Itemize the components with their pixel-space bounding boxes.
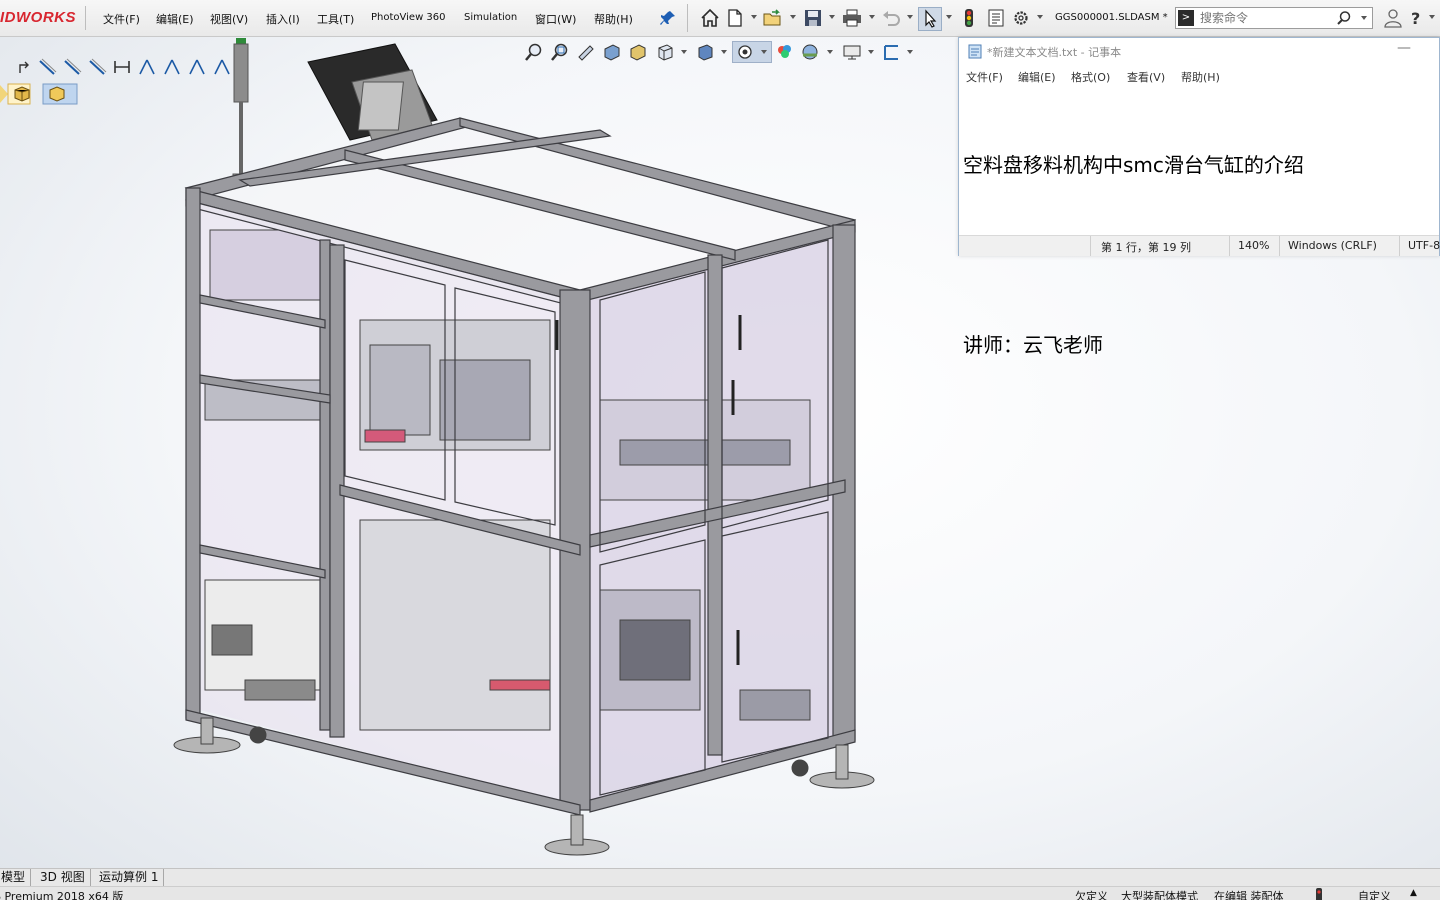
status-bar: S Premium 2018 x64 版 欠定义 大型装配体模式 在编辑 装配体…: [0, 886, 1440, 900]
notepad-menu-format[interactable]: 格式(O): [1071, 69, 1110, 85]
encoding: UTF-8: [1408, 239, 1440, 252]
notepad-app-icon: [968, 44, 982, 59]
save-icon[interactable]: [802, 7, 824, 29]
document-title: GGS000001.SLDASM *: [1055, 12, 1168, 23]
chevron-down-icon[interactable]: [1037, 15, 1043, 19]
notepad-title: *新建文本文档.txt - 记事本: [987, 46, 1122, 59]
notepad-menu-edit[interactable]: 编辑(E): [1018, 69, 1056, 85]
status-under-defined: 欠定义: [1075, 890, 1108, 900]
chevron-down-icon[interactable]: [1361, 16, 1367, 20]
tab-motion-study[interactable]: 运动算例 1: [94, 869, 165, 886]
menu-window[interactable]: 窗口(W): [535, 11, 576, 27]
open-folder-icon[interactable]: [762, 7, 784, 29]
status-large-assembly: 大型装配体模式: [1121, 890, 1198, 900]
divider: [687, 4, 688, 32]
menu-insert[interactable]: 插入(I): [266, 11, 300, 27]
chevron-up-icon[interactable]: ▲: [1410, 888, 1417, 898]
zoom-level: 140%: [1238, 239, 1270, 252]
machine-3d-model[interactable]: [0, 36, 960, 868]
chevron-down-icon[interactable]: [907, 15, 913, 19]
tab-3d-view[interactable]: 3D 视图: [35, 869, 91, 886]
notepad-menu-file[interactable]: 文件(F): [966, 69, 1003, 85]
chevron-down-icon[interactable]: [869, 15, 875, 19]
command-icon: >: [1178, 10, 1194, 26]
svg-text:?: ?: [1411, 9, 1420, 28]
chevron-down-icon[interactable]: [829, 15, 835, 19]
new-document-icon[interactable]: [724, 7, 746, 29]
version-text: S Premium 2018 x64 版: [0, 890, 124, 900]
cursor-position: 第 1 行，第 19 列: [1101, 241, 1191, 254]
text-line: 空料盘移料机构中smc滑台气缸的介绍: [963, 153, 1304, 177]
chevron-down-icon[interactable]: [946, 15, 952, 19]
chevron-down-icon[interactable]: [790, 15, 796, 19]
chevron-down-icon[interactable]: [751, 15, 757, 19]
solidworks-logo: IDWORKS: [0, 9, 76, 26]
line-ending: Windows (CRLF): [1288, 239, 1377, 252]
search-input[interactable]: [1200, 10, 1340, 26]
home-icon[interactable]: [699, 7, 721, 29]
user-icon[interactable]: [1382, 7, 1404, 29]
touchscreen-monitor: [307, 43, 438, 141]
undo-icon[interactable]: [880, 7, 902, 29]
bottom-tab-bar: 模型 3D 视图 运动算例 1: [0, 868, 1440, 887]
chevron-down-icon[interactable]: [1429, 15, 1435, 19]
select-button[interactable]: [918, 7, 942, 31]
menu-photoview[interactable]: PhotoView 360: [371, 12, 446, 23]
search-icon[interactable]: [1336, 10, 1352, 26]
file-properties-icon[interactable]: [985, 7, 1007, 29]
text-line: 讲师：云飞老师: [963, 333, 1103, 357]
menu-view[interactable]: 视图(V): [210, 11, 248, 27]
menu-tools[interactable]: 工具(T): [317, 11, 354, 27]
print-icon[interactable]: [841, 7, 863, 29]
divider: [1399, 236, 1400, 256]
search-command-box[interactable]: >: [1175, 7, 1373, 29]
menu-help[interactable]: 帮助(H): [594, 11, 633, 27]
notepad-menu-view[interactable]: 查看(V): [1127, 69, 1165, 85]
notepad-status-bar: 第 1 行，第 19 列 140% Windows (CRLF) UTF-8: [959, 235, 1440, 256]
rebuild-traffic-light-icon[interactable]: [958, 7, 980, 29]
divider: [1090, 236, 1091, 256]
menu-file[interactable]: 文件(F): [103, 11, 140, 27]
signal-tower: [232, 38, 250, 183]
pin-icon[interactable]: [657, 7, 679, 29]
divider: [85, 6, 86, 30]
solidworks-window: IDWORKS 文件(F) 编辑(E) 视图(V) 插入(I) 工具(T) Ph…: [0, 0, 1440, 900]
rebuild-indicator-icon[interactable]: [1314, 888, 1324, 900]
minimize-icon[interactable]: —: [1397, 40, 1411, 56]
divider: [1279, 236, 1280, 256]
status-editing: 在编辑 装配体: [1214, 890, 1284, 900]
options-gear-icon[interactable]: [1010, 7, 1032, 29]
notepad-window[interactable]: *新建文本文档.txt - 记事本 — 文件(F) 编辑(E) 格式(O) 查看…: [958, 37, 1440, 357]
notepad-menu-help[interactable]: 帮助(H): [1181, 69, 1220, 85]
notepad-text-area[interactable]: 空料盘移料机构中smc滑台气缸的介绍 讲师：云飞老师: [963, 90, 1433, 357]
menu-simulation[interactable]: Simulation: [464, 12, 517, 23]
select-arrow-icon: [925, 9, 937, 28]
help-icon[interactable]: ?: [1406, 7, 1428, 29]
status-custom[interactable]: 自定义: [1358, 888, 1391, 900]
menu-bar: IDWORKS 文件(F) 编辑(E) 视图(V) 插入(I) 工具(T) Ph…: [0, 0, 1440, 37]
tab-model[interactable]: 模型: [0, 869, 32, 886]
menu-edit[interactable]: 编辑(E): [156, 11, 194, 27]
divider: [1229, 236, 1230, 256]
